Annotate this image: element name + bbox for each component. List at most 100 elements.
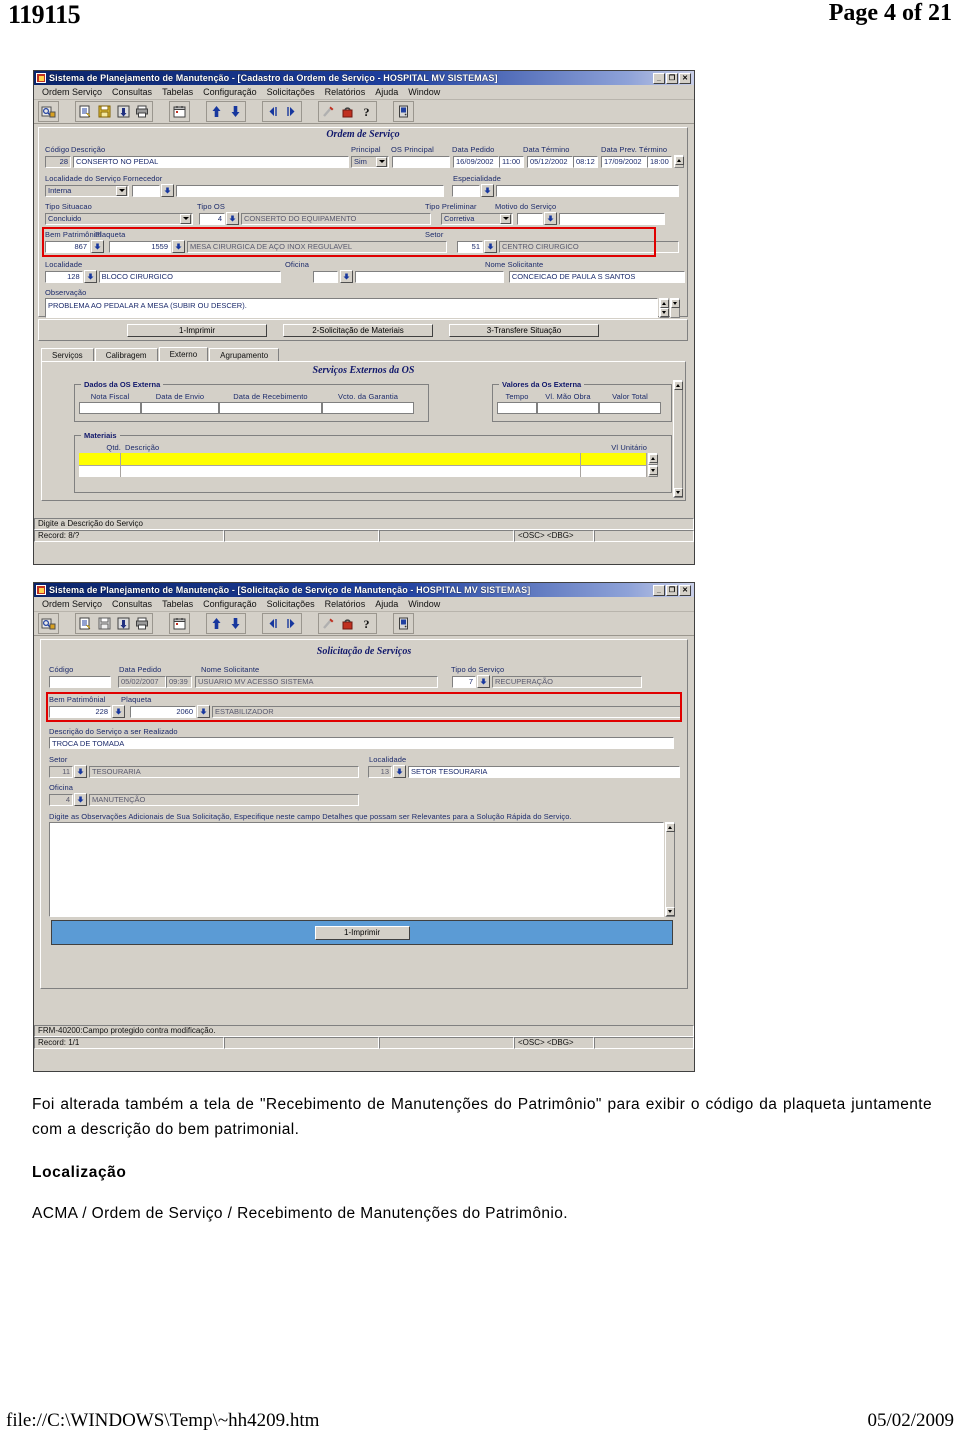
arrow-up-icon[interactable] bbox=[207, 102, 226, 121]
menu-item-ajuda[interactable]: Ajuda bbox=[370, 598, 403, 610]
scroll-down-button[interactable] bbox=[673, 488, 683, 497]
field-observacao[interactable]: PROBLEMA AO PEDALAR A MESA (SUBIR OU DES… bbox=[45, 298, 658, 318]
field-fornecedor-cod[interactable] bbox=[132, 184, 160, 197]
field-oficina-cod[interactable] bbox=[312, 270, 339, 283]
field-codigo[interactable]: 28 bbox=[45, 155, 71, 168]
oficina-lov-icon[interactable] bbox=[74, 793, 87, 806]
field-plaqueta-desc-2[interactable]: ESTABILIZADOR bbox=[212, 705, 681, 718]
menu-item-ordem-servico[interactable]: Ordem Serviço bbox=[37, 86, 107, 98]
exit-door-icon[interactable] bbox=[394, 614, 413, 633]
field-data-pedido-date-2[interactable]: 05/02/2007 bbox=[118, 675, 166, 688]
menu-item-consultas[interactable]: Consultas bbox=[107, 598, 157, 610]
field-especialidade-desc[interactable] bbox=[496, 184, 679, 197]
menu-item-relatorios[interactable]: Relatórios bbox=[320, 86, 371, 98]
field-descricao[interactable]: CONSERTO NO PEDAL bbox=[73, 155, 349, 168]
localidade-lov-icon[interactable] bbox=[393, 765, 406, 778]
chevron-down-icon[interactable] bbox=[376, 156, 387, 167]
toolbar-group-calendar[interactable] bbox=[169, 613, 190, 634]
toolbar-group-exit[interactable] bbox=[393, 613, 414, 634]
field-os-principal[interactable] bbox=[392, 155, 450, 168]
window1-titlebar[interactable]: Sistema de Planejamento de Manutenção - … bbox=[34, 71, 694, 85]
restore-button[interactable]: ❐ bbox=[666, 72, 678, 84]
materiais-row-2[interactable] bbox=[75, 465, 671, 477]
cell-descricao-1[interactable] bbox=[121, 453, 581, 465]
toolbar-group-query[interactable] bbox=[38, 613, 59, 634]
menu-item-ajuda[interactable]: Ajuda bbox=[370, 86, 403, 98]
scroll-up-button[interactable] bbox=[659, 299, 669, 308]
toolbar-group-exit[interactable] bbox=[393, 101, 414, 122]
toolbar-group-paging[interactable] bbox=[262, 613, 302, 634]
calendar-icon[interactable] bbox=[170, 102, 189, 121]
field-tipo-os-cod[interactable]: 4 bbox=[199, 212, 225, 225]
field-observacoes[interactable] bbox=[49, 822, 664, 917]
new-record-icon[interactable] bbox=[76, 102, 95, 121]
observacao-scrollbar[interactable] bbox=[659, 298, 669, 318]
minimize-button[interactable]: _ bbox=[653, 72, 665, 84]
tabs-container[interactable]: Serviços Calibragem Externo Agrupamento … bbox=[41, 347, 686, 501]
print-icon[interactable] bbox=[133, 102, 152, 121]
localidade-lov-icon[interactable] bbox=[83, 270, 97, 283]
scroll-up-button[interactable] bbox=[665, 823, 675, 832]
menu-item-tabelas[interactable]: Tabelas bbox=[157, 598, 198, 610]
new-record-icon[interactable] bbox=[76, 614, 95, 633]
previous-page-icon[interactable] bbox=[263, 614, 282, 633]
imprimir-button[interactable]: 1-Imprimir bbox=[127, 323, 267, 337]
tipo-os-lov-icon[interactable] bbox=[226, 212, 239, 225]
chevron-down-icon[interactable] bbox=[180, 213, 191, 224]
motivo-lov-icon[interactable] bbox=[544, 212, 557, 225]
record-scrollbar[interactable] bbox=[674, 155, 684, 168]
field-oficina-cod-2[interactable]: 4 bbox=[49, 793, 73, 806]
field-descricao-servico[interactable]: TROCA DE TOMADA bbox=[49, 737, 674, 749]
arrow-up-icon[interactable] bbox=[207, 614, 226, 633]
menu-item-window[interactable]: Window bbox=[403, 598, 445, 610]
help-icon[interactable]: ? bbox=[357, 614, 376, 633]
scroll-up-button[interactable] bbox=[673, 381, 683, 390]
field-plaqueta-cod[interactable]: 1559 bbox=[109, 240, 171, 253]
field-data-pedido-time[interactable]: 11:00 bbox=[499, 155, 524, 168]
menu-item-ordem-servico[interactable]: Ordem Serviço bbox=[37, 598, 107, 610]
combo-tipo-situacao[interactable]: Concluido bbox=[45, 212, 193, 225]
plaqueta-lov-icon[interactable] bbox=[172, 240, 185, 253]
toolbar-group-tools[interactable]: ? bbox=[318, 101, 377, 122]
cell-qtd-1[interactable] bbox=[79, 453, 121, 465]
tipo-servico-lov-icon[interactable] bbox=[477, 675, 490, 688]
toolbar-group-record[interactable] bbox=[75, 613, 153, 634]
materiais-row-1[interactable] bbox=[75, 453, 671, 465]
field-motivo-cod[interactable] bbox=[517, 212, 543, 225]
menu-item-solicitacoes[interactable]: Solicitações bbox=[262, 598, 320, 610]
tab-agrupamento[interactable]: Agrupamento bbox=[209, 348, 280, 361]
menu-item-consultas[interactable]: Consultas bbox=[107, 86, 157, 98]
field-plaqueta-cod-2[interactable]: 2060 bbox=[130, 705, 196, 718]
field-oficina-desc[interactable] bbox=[355, 270, 504, 283]
menu-item-window[interactable]: Window bbox=[403, 86, 445, 98]
toolbar-group-record[interactable] bbox=[75, 101, 153, 122]
tab-calibragem[interactable]: Calibragem bbox=[94, 348, 158, 361]
chevron-down-icon[interactable] bbox=[500, 213, 511, 224]
close-button[interactable]: ✕ bbox=[679, 72, 691, 84]
imprimir-button-2[interactable]: 1-Imprimir bbox=[314, 925, 410, 940]
menu-item-configuracao[interactable]: Configuração bbox=[198, 598, 262, 610]
materiais-scroll-down[interactable] bbox=[648, 465, 658, 477]
field-setor-desc-2[interactable]: TESOURARIA bbox=[89, 765, 359, 778]
combo-tipo-preliminar[interactable]: Corretiva bbox=[441, 212, 513, 225]
field-tempo[interactable] bbox=[497, 402, 537, 414]
calendar-icon[interactable] bbox=[170, 614, 189, 633]
lock-icon[interactable] bbox=[338, 102, 357, 121]
add-row-icon[interactable] bbox=[114, 102, 133, 121]
field-data-envio[interactable] bbox=[141, 402, 219, 414]
field-plaqueta-desc[interactable]: MESA CIRURGICA DE AÇO INOX REGULAVEL bbox=[187, 240, 447, 253]
field-localidade-cod[interactable]: 128 bbox=[45, 270, 83, 283]
field-data-prev-date[interactable]: 17/09/2002 bbox=[601, 155, 647, 168]
toolbar-group-navigate[interactable] bbox=[206, 101, 246, 122]
window2-menubar[interactable]: Ordem Serviço Consultas Tabelas Configur… bbox=[34, 597, 694, 612]
window2-titlebar[interactable]: Sistema de Planejamento de Manutenção - … bbox=[34, 583, 694, 597]
window1-menubar[interactable]: Ordem Serviço Consultas Tabelas Configur… bbox=[34, 85, 694, 100]
field-data-pedido-date[interactable]: 16/09/2002 bbox=[453, 155, 499, 168]
field-setor-cod-2[interactable]: 11 bbox=[49, 765, 73, 778]
next-page-icon[interactable] bbox=[282, 102, 301, 121]
field-tipo-servico-cod[interactable]: 7 bbox=[452, 675, 476, 688]
bem-patrimonial-lov-icon[interactable] bbox=[112, 705, 125, 718]
cell-descricao-2[interactable] bbox=[121, 465, 581, 477]
combo-localidade-servico[interactable]: Interna bbox=[45, 184, 129, 197]
solicitacao-materiais-button[interactable]: 2-Solicitação de Materiais bbox=[283, 323, 433, 337]
